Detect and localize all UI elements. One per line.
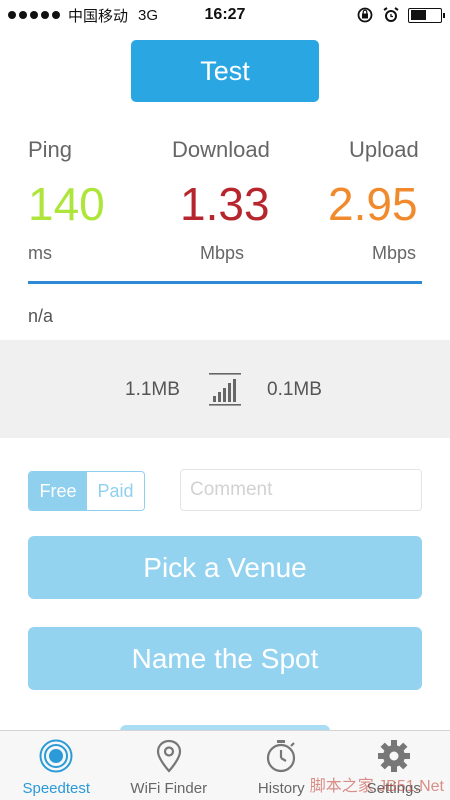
tab-bar: Speedtest WiFi Finder History Settings — [0, 730, 450, 800]
signal-strength-icon — [8, 11, 60, 19]
alarm-icon — [383, 7, 399, 22]
tab-speedtest[interactable]: Speedtest — [0, 731, 113, 800]
location-text: n/a — [28, 306, 54, 326]
signal-bars-icon — [209, 373, 241, 406]
stopwatch-icon — [267, 740, 296, 773]
download-label: Download — [172, 137, 270, 162]
upload-data-size: 0.1MB — [267, 379, 322, 400]
tab-label: History — [257, 780, 305, 797]
tab-wifi-finder[interactable]: WiFi Finder — [113, 731, 226, 800]
free-option[interactable]: Free — [29, 472, 87, 510]
tab-settings[interactable]: Settings — [338, 731, 450, 800]
results-divider — [28, 281, 422, 284]
rotation-lock-icon — [357, 7, 373, 23]
upload-unit: Mbps — [372, 243, 417, 263]
test-button[interactable]: Test — [131, 40, 319, 102]
carrier-name: 中国移动 — [68, 7, 129, 25]
tab-history[interactable]: History — [225, 731, 338, 800]
pick-venue-button[interactable]: Pick a Venue — [28, 536, 422, 599]
ping-unit: ms — [28, 243, 52, 263]
location-pin-icon — [156, 739, 181, 773]
tab-label: Speedtest — [22, 780, 91, 797]
tab-label: WiFi Finder — [130, 780, 208, 797]
paid-option[interactable]: Paid — [87, 472, 144, 510]
data-usage-panel: 1.1MB 0.1MB — [0, 340, 450, 438]
download-value: 1.33 — [180, 178, 270, 230]
tab-label: Settings — [366, 780, 421, 797]
name-spot-button[interactable]: Name the Spot — [28, 627, 422, 690]
comment-input[interactable] — [180, 469, 422, 511]
network-type: 3G — [138, 6, 159, 24]
status-bar: 中国移动 3G 16:27 — [0, 0, 450, 30]
gear-icon — [377, 740, 410, 772]
ping-label: Ping — [28, 137, 73, 162]
upload-label: Upload — [349, 137, 419, 162]
ping-value: 140 — [28, 178, 105, 230]
speedtest-icon — [39, 739, 73, 773]
download-unit: Mbps — [200, 243, 245, 263]
upload-value: 2.95 — [328, 178, 418, 230]
download-data-size: 1.1MB — [125, 379, 180, 400]
battery-icon — [408, 7, 445, 23]
free-paid-toggle: Free Paid — [28, 471, 145, 511]
